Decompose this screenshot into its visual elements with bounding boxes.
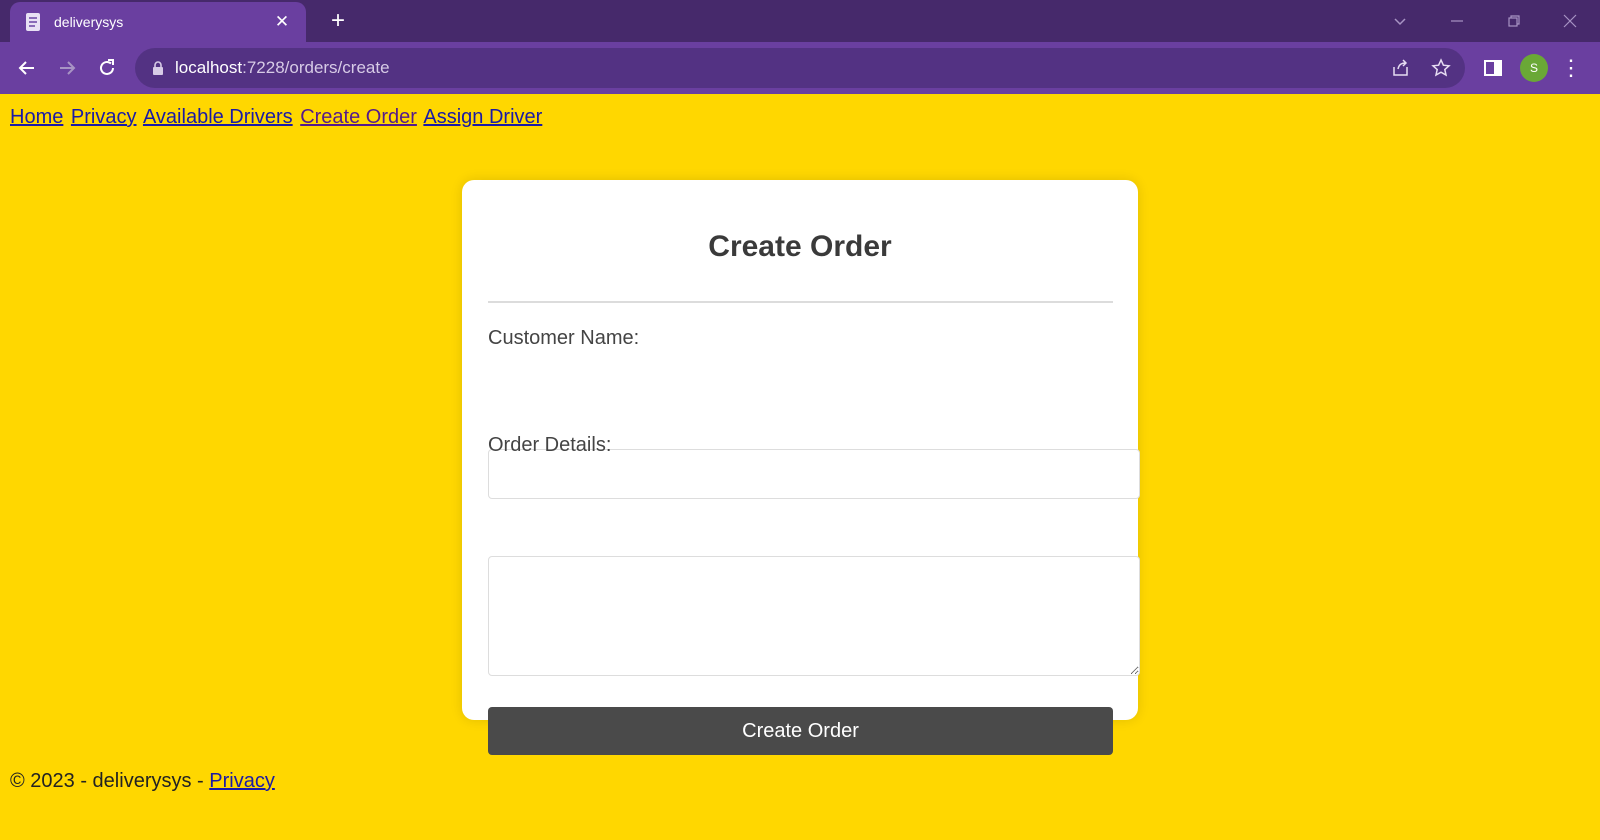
tab-search-icon[interactable] <box>1388 9 1412 33</box>
avatar[interactable]: S <box>1520 54 1548 82</box>
nav-link-privacy[interactable]: Privacy <box>71 106 137 128</box>
browser-tabstrip: deliverysys ✕ + <box>0 0 1600 42</box>
new-tab-icon[interactable]: + <box>325 8 351 34</box>
forward-arrow-icon[interactable] <box>54 55 80 81</box>
footer: © 2023 - deliverysys - Privacy <box>10 770 275 793</box>
order-details-textarea[interactable] <box>488 556 1140 676</box>
page-body: Home Privacy Available Drivers Create Or… <box>0 94 1600 840</box>
divider <box>488 301 1113 303</box>
nav-link-assign-driver[interactable]: Assign Driver <box>423 106 542 128</box>
more-menu-icon[interactable]: ⋮ <box>1560 54 1582 82</box>
nav-link-available-drivers[interactable]: Available Drivers <box>143 106 293 128</box>
bookmark-star-icon[interactable] <box>1429 56 1453 80</box>
order-details-label: Order Details: <box>488 434 612 456</box>
url-text: localhost:7228/orders/create <box>175 58 390 78</box>
restore-icon[interactable] <box>1502 9 1526 33</box>
share-icon[interactable] <box>1389 56 1413 80</box>
minimize-icon[interactable] <box>1445 9 1469 33</box>
reload-icon[interactable] <box>94 55 120 81</box>
top-navigation: Home Privacy Available Drivers Create Or… <box>10 106 544 129</box>
nav-link-create-order[interactable]: Create Order <box>300 106 417 128</box>
address-bar[interactable]: localhost:7228/orders/create <box>135 48 1465 88</box>
nav-link-home[interactable]: Home <box>10 106 63 128</box>
page-title: Create Order <box>708 230 892 263</box>
tab-title: deliverysys <box>54 14 124 30</box>
back-arrow-icon[interactable] <box>14 55 40 81</box>
url-path: :7228/orders/create <box>242 58 390 77</box>
document-icon <box>24 12 42 32</box>
close-window-icon[interactable] <box>1558 9 1582 33</box>
create-order-button[interactable]: Create Order <box>488 707 1113 755</box>
create-order-card: Create Order Customer Name: Order Detail… <box>462 180 1140 755</box>
side-panel-icon[interactable] <box>1480 55 1506 81</box>
lock-icon <box>151 60 165 76</box>
close-tab-icon[interactable]: ✕ <box>272 12 292 32</box>
footer-text: © 2023 - deliverysys - <box>10 770 210 792</box>
browser-toolbar: localhost:7228/orders/create S ⋮ <box>0 42 1600 94</box>
customer-name-label: Customer Name: <box>488 327 640 349</box>
browser-tab[interactable]: deliverysys ✕ <box>10 2 306 42</box>
footer-privacy-link[interactable]: Privacy <box>209 770 275 792</box>
url-host: localhost <box>175 58 243 77</box>
